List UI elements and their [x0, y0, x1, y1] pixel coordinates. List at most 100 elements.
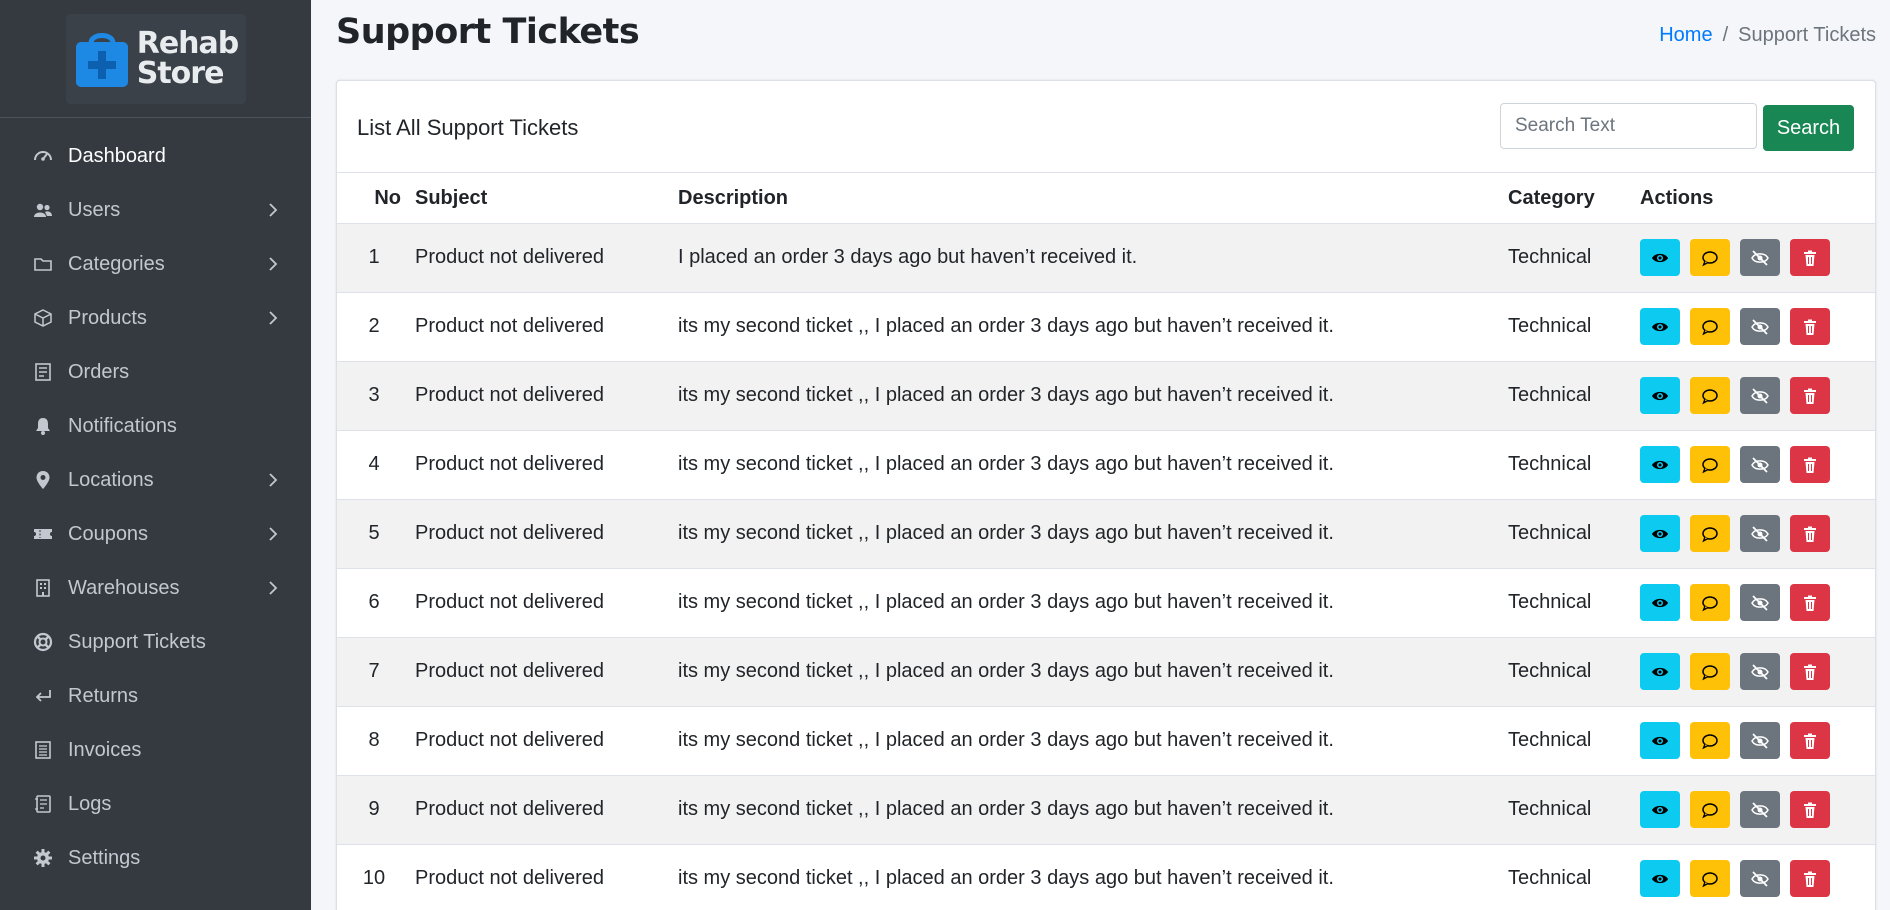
reply-button[interactable]: [1690, 239, 1730, 276]
hide-button[interactable]: [1740, 377, 1780, 414]
delete-button[interactable]: [1790, 239, 1830, 276]
sidebar-item-products[interactable]: Products: [0, 291, 311, 345]
reply-button[interactable]: [1690, 584, 1730, 621]
bell-icon: [32, 415, 54, 437]
hide-button[interactable]: [1740, 860, 1780, 897]
sidebar-item-coupons[interactable]: Coupons: [0, 507, 311, 561]
sidebar-item-users[interactable]: Users: [0, 183, 311, 237]
view-button[interactable]: [1640, 860, 1680, 897]
row-actions: [1640, 239, 1875, 276]
reply-button[interactable]: [1690, 722, 1730, 759]
delete-button[interactable]: [1790, 584, 1830, 621]
eye-icon: [1651, 249, 1669, 267]
eye-slash-icon: [1751, 663, 1769, 681]
eye-icon: [1651, 663, 1669, 681]
search-input[interactable]: [1500, 103, 1757, 149]
reply-button[interactable]: [1690, 791, 1730, 828]
chat-icon: [1701, 525, 1719, 543]
sidebar-item-logs[interactable]: Logs: [0, 777, 311, 831]
cell-description: its my second ticket ,, I placed an orde…: [674, 568, 1508, 638]
reply-button[interactable]: [1690, 308, 1730, 345]
row-actions: [1640, 860, 1875, 897]
view-button[interactable]: [1640, 377, 1680, 414]
hide-button[interactable]: [1740, 308, 1780, 345]
card-header: List All Support Tickets Search: [337, 81, 1875, 173]
sidebar-nav: Dashboard Users Categories Products Orders No…: [0, 118, 311, 885]
sidebar-item-categories[interactable]: Categories: [0, 237, 311, 291]
delete-button[interactable]: [1790, 377, 1830, 414]
sidebar-item-settings[interactable]: Settings: [0, 831, 311, 885]
table-row: 1 Product not delivered I placed an order …: [337, 223, 1875, 293]
table-row: 3 Product not delivered its my second tick…: [337, 361, 1875, 431]
header-no: No: [337, 173, 411, 224]
eye-icon: [1651, 318, 1669, 336]
hide-button[interactable]: [1740, 515, 1780, 552]
row-actions: [1640, 584, 1875, 621]
box-icon: [32, 307, 54, 329]
hide-button[interactable]: [1740, 653, 1780, 690]
reply-button[interactable]: [1690, 515, 1730, 552]
lifebuoy-icon: [32, 631, 54, 653]
sidebar-item-notifications[interactable]: Notifications: [0, 399, 311, 453]
delete-button[interactable]: [1790, 515, 1830, 552]
view-button[interactable]: [1640, 722, 1680, 759]
view-button[interactable]: [1640, 446, 1680, 483]
eye-slash-icon: [1751, 318, 1769, 336]
row-actions: [1640, 653, 1875, 690]
chat-icon: [1701, 594, 1719, 612]
delete-button[interactable]: [1790, 791, 1830, 828]
cell-actions: [1640, 844, 1875, 910]
eye-icon: [1651, 801, 1669, 819]
view-button[interactable]: [1640, 515, 1680, 552]
eye-icon: [1651, 732, 1669, 750]
trash-icon: [1801, 801, 1819, 819]
table-row: 10 Product not delivered its my second tic…: [337, 844, 1875, 910]
reply-button[interactable]: [1690, 377, 1730, 414]
sidebar-item-label: Orders: [68, 360, 130, 383]
hide-button[interactable]: [1740, 584, 1780, 621]
brand-logo[interactable]: Rehab Store: [65, 13, 246, 104]
eye-icon: [1651, 594, 1669, 612]
cell-actions: [1640, 499, 1875, 569]
sidebar-item-orders[interactable]: Orders: [0, 345, 311, 399]
view-button[interactable]: [1640, 791, 1680, 828]
sidebar-item-returns[interactable]: Returns: [0, 669, 311, 723]
sidebar-item-support-tickets[interactable]: Support Tickets: [0, 615, 311, 669]
view-button[interactable]: [1640, 584, 1680, 621]
hide-button[interactable]: [1740, 239, 1780, 276]
delete-button[interactable]: [1790, 446, 1830, 483]
reply-button[interactable]: [1690, 653, 1730, 690]
sidebar-item-invoices[interactable]: Invoices: [0, 723, 311, 777]
brand-line-1: Rehab: [136, 25, 240, 61]
return-icon: [32, 685, 54, 707]
row-actions: [1640, 791, 1875, 828]
view-button[interactable]: [1640, 308, 1680, 345]
view-button[interactable]: [1640, 239, 1680, 276]
breadcrumb-home-link[interactable]: Home: [1659, 24, 1712, 47]
header-category: Category: [1508, 173, 1640, 224]
hide-button[interactable]: [1740, 722, 1780, 759]
sidebar-item-locations[interactable]: Locations: [0, 453, 311, 507]
eye-icon: [1651, 387, 1669, 405]
delete-button[interactable]: [1790, 653, 1830, 690]
hide-button[interactable]: [1740, 446, 1780, 483]
cell-subject: Product not delivered: [411, 637, 674, 707]
hide-button[interactable]: [1740, 791, 1780, 828]
sidebar-item-label: Settings: [68, 846, 141, 869]
view-button[interactable]: [1640, 653, 1680, 690]
delete-button[interactable]: [1790, 860, 1830, 897]
eye-slash-icon: [1751, 801, 1769, 819]
reply-button[interactable]: [1690, 446, 1730, 483]
cell-actions: [1640, 637, 1875, 707]
eye-icon: [1651, 525, 1669, 543]
cell-actions: [1640, 430, 1875, 500]
header-actions: Actions: [1640, 173, 1875, 224]
delete-button[interactable]: [1790, 722, 1830, 759]
chat-icon: [1701, 732, 1719, 750]
delete-button[interactable]: [1790, 308, 1830, 345]
search-button[interactable]: Search: [1763, 105, 1854, 151]
cell-subject: Product not delivered: [411, 775, 674, 845]
sidebar-item-dashboard[interactable]: Dashboard: [0, 129, 311, 183]
sidebar-item-warehouses[interactable]: Warehouses: [0, 561, 311, 615]
reply-button[interactable]: [1690, 860, 1730, 897]
